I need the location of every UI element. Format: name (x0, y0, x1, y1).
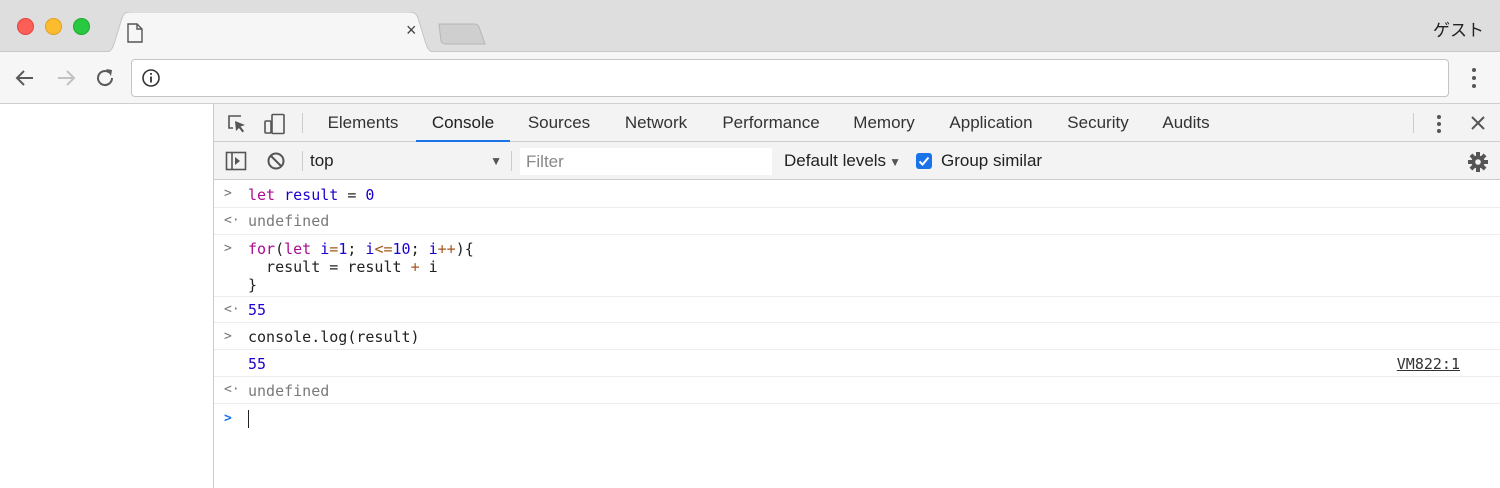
devtools-close-icon[interactable] (1468, 113, 1488, 138)
console-input-entry: > console.log(result) (214, 323, 1500, 350)
console-result-entry: <· undefined (214, 208, 1500, 235)
console-result-text: 55 (248, 301, 267, 319)
guest-profile-label[interactable]: ゲスト (1433, 16, 1484, 41)
console-input-text: for(let i=1; i<=10; i++){ result = resul… (248, 240, 474, 294)
show-sidebar-icon[interactable] (225, 151, 247, 176)
input-prompt-icon: > (224, 186, 232, 201)
console-filter-input[interactable] (520, 148, 772, 175)
devtools-panel: Elements Console Sources Network Perform… (213, 104, 1500, 488)
info-icon[interactable] (141, 68, 161, 93)
tab-performance[interactable]: Performance (711, 104, 831, 142)
dropdown-arrow-icon: ▼ (889, 155, 901, 169)
input-prompt-icon: > (224, 241, 232, 256)
console-result-entry: <· undefined (214, 377, 1500, 404)
result-arrow-icon: <· (224, 302, 240, 317)
console-output[interactable]: > let result = 0 <· undefined > for(let … (214, 180, 1500, 488)
dropdown-arrow-icon: ▼ (490, 154, 502, 168)
toolbar-divider (1413, 113, 1414, 133)
console-prompt-line[interactable]: > (214, 404, 1500, 434)
console-input-entry: > for(let i=1; i<=10; i++){ result = res… (214, 235, 1500, 297)
console-result-entry: <· 55 (214, 297, 1500, 323)
execution-context-select[interactable]: top ▼ (310, 148, 504, 174)
forward-arrow-icon[interactable] (54, 66, 78, 90)
tab-console[interactable]: Console (416, 104, 510, 142)
reload-icon[interactable] (93, 66, 117, 90)
group-similar-checkbox[interactable] (916, 153, 932, 169)
tab-memory[interactable]: Memory (843, 104, 925, 142)
browser-titlebar: × ゲスト (0, 0, 1500, 53)
tab-audits[interactable]: Audits (1154, 104, 1218, 142)
group-similar-label: Group similar (941, 151, 1043, 170)
browser-tab-active[interactable]: × (100, 12, 440, 53)
text-cursor (248, 410, 249, 428)
address-bar[interactable] (131, 59, 1449, 97)
browser-menu-icon[interactable] (1466, 66, 1482, 95)
console-input-entry: > let result = 0 (214, 180, 1500, 208)
console-log-text: 55 (248, 355, 267, 373)
devtools-menu-icon[interactable] (1431, 113, 1447, 140)
page-viewport (0, 104, 213, 488)
devtools-tab-bar: Elements Console Sources Network Perform… (214, 104, 1500, 142)
console-input-text: let result = 0 (248, 186, 375, 204)
tab-sources[interactable]: Sources (518, 104, 600, 142)
console-log-entry: 55 VM822:1 (214, 350, 1500, 377)
tab-elements[interactable]: Elements (318, 104, 408, 142)
log-levels-label: Default levels (784, 151, 887, 170)
device-toolbar-icon[interactable] (263, 113, 287, 140)
tab-close-icon[interactable]: × (406, 20, 417, 41)
console-input-text: console.log(result) (248, 328, 420, 346)
tab-network[interactable]: Network (614, 104, 698, 142)
window-maximize-button[interactable] (73, 18, 90, 35)
clear-console-icon[interactable] (266, 151, 286, 176)
window-close-button[interactable] (17, 18, 34, 35)
toolbar-divider (511, 151, 512, 171)
back-arrow-icon[interactable] (13, 66, 37, 90)
result-arrow-icon: <· (224, 382, 240, 397)
log-levels-dropdown[interactable]: Default levels ▼ (784, 142, 901, 180)
browser-toolbar (0, 52, 1500, 104)
console-toolbar: top ▼ Default levels▼ Group similar (214, 142, 1500, 180)
console-settings-gear-icon[interactable] (1467, 151, 1489, 178)
execution-context-value: top (310, 151, 334, 170)
inspect-element-icon[interactable] (226, 113, 248, 140)
input-prompt-icon: > (224, 329, 232, 344)
tab-security[interactable]: Security (1057, 104, 1139, 142)
window-minimize-button[interactable] (45, 18, 62, 35)
source-location-link[interactable]: VM822:1 (1397, 355, 1460, 373)
console-result-text: undefined (248, 382, 330, 400)
tab-application[interactable]: Application (939, 104, 1043, 142)
toolbar-divider (302, 151, 303, 171)
toolbar-divider (302, 113, 303, 133)
console-result-text: undefined (248, 212, 330, 230)
new-tab-button[interactable] (436, 22, 486, 51)
result-arrow-icon: <· (224, 213, 240, 228)
active-prompt-icon: > (224, 411, 232, 426)
